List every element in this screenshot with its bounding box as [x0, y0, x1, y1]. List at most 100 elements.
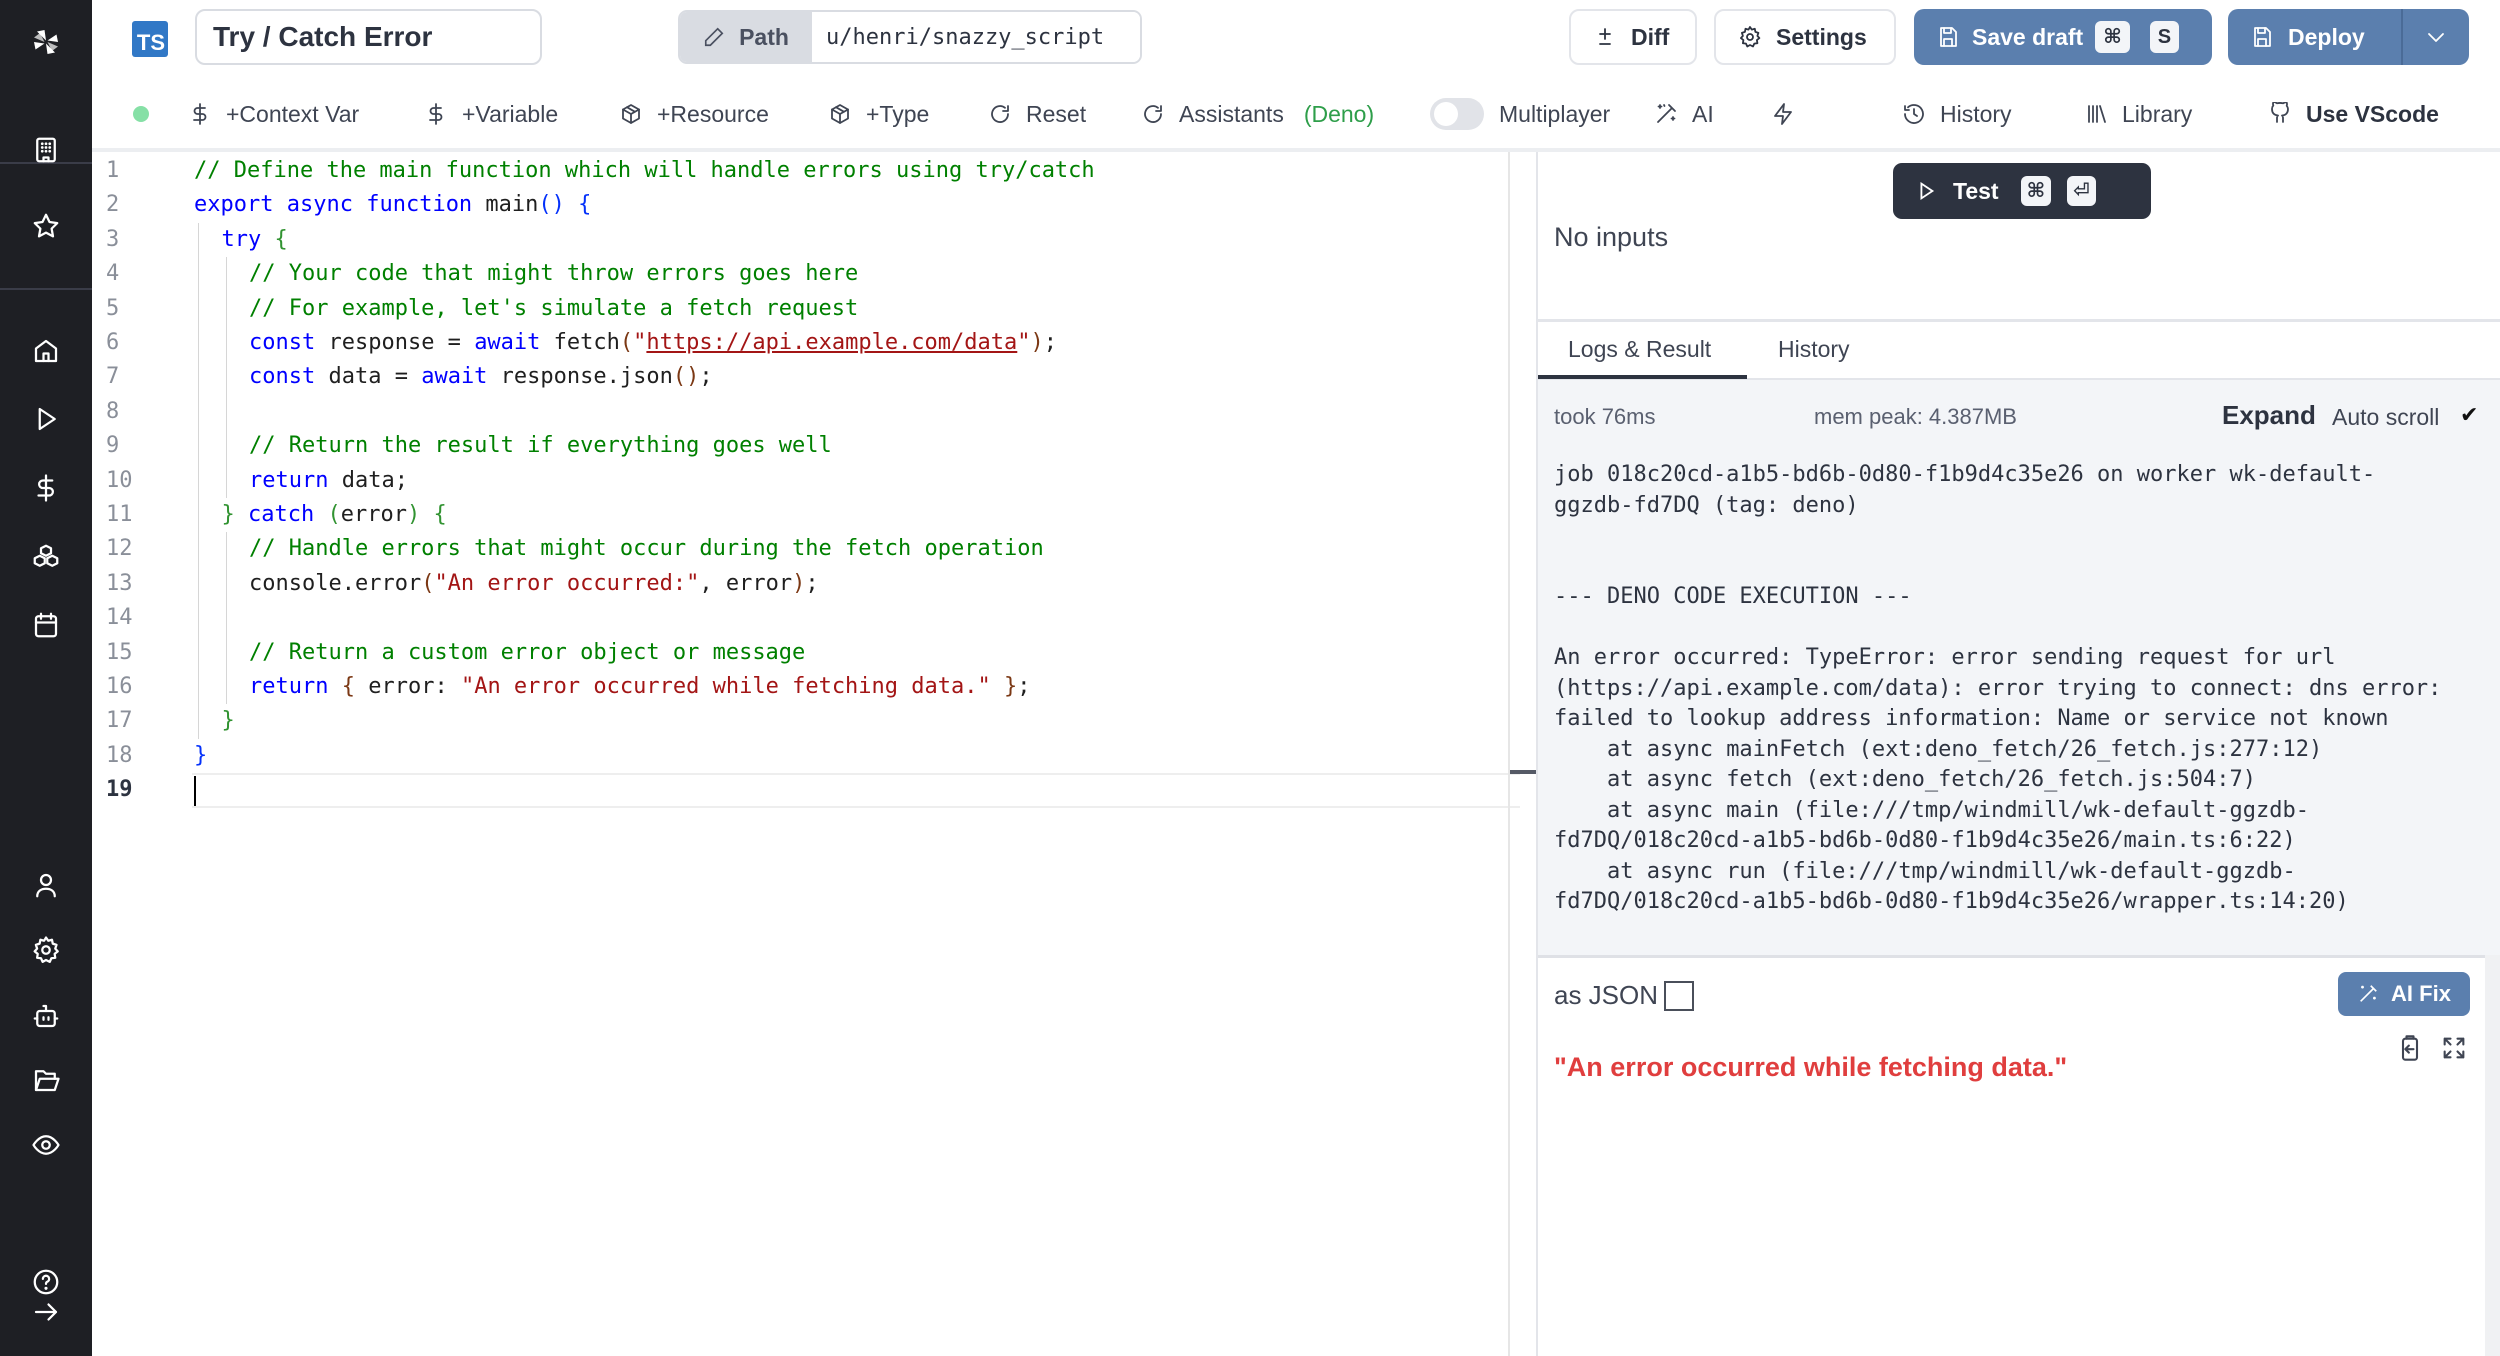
code-token-kw: export [194, 192, 274, 218]
lightning-button[interactable] [1771, 96, 1795, 132]
code-token-comment: // Your code that might throw errors goe… [249, 261, 859, 287]
dollar-icon[interactable] [30, 472, 62, 504]
code-line[interactable]: } [194, 739, 207, 773]
save-draft-button[interactable]: Save draft ⌘ S [1914, 9, 2212, 65]
diff-button[interactable]: Diff [1569, 9, 1697, 65]
variable-label: +Variable [462, 100, 559, 127]
test-label: Test [1953, 177, 1999, 204]
pencil-icon [703, 26, 725, 48]
code-token-brace: { [578, 192, 592, 218]
panel-splitter[interactable] [1538, 319, 2500, 322]
library-button[interactable]: Library [2084, 96, 2192, 132]
add-resource-button[interactable]: +Resource [619, 96, 769, 132]
code-line[interactable]: // Your code that might throw errors goe… [249, 257, 858, 291]
code-line[interactable]: console.error("An error occurred:", erro… [249, 567, 819, 601]
code-token-brace: () [538, 192, 565, 218]
path-input[interactable] [812, 12, 1140, 62]
github-icon [2268, 102, 2292, 126]
tab-logs-result[interactable]: Logs & Result [1568, 336, 1711, 363]
star-icon[interactable] [30, 210, 62, 242]
code-line[interactable]: return data; [249, 464, 408, 498]
use-vscode-button[interactable]: Use VScode [2268, 96, 2439, 132]
code-line[interactable]: // Handle errors that might occur during… [249, 532, 1044, 566]
boxes-icon[interactable] [30, 541, 62, 573]
deploy-dropdown-button[interactable] [2401, 9, 2469, 65]
log-output: job 018c20cd-a1b5-bd6b-0d80-f1b9d4c35e26… [1554, 462, 2442, 914]
ai-fix-button[interactable]: AI Fix [2338, 972, 2470, 1016]
add-context-var-button[interactable]: +Context Var [188, 96, 359, 132]
play-icon[interactable] [30, 403, 62, 435]
assistants-button[interactable]: Assistants (Deno) [1141, 96, 1374, 132]
code-line[interactable]: // For example, let's simulate a fetch r… [249, 292, 858, 326]
building-icon[interactable] [30, 134, 62, 166]
code-line[interactable]: const response = await fetch("https://ap… [249, 326, 1057, 360]
folder-open-icon[interactable] [30, 1064, 62, 1096]
tab-history[interactable]: History [1778, 336, 1850, 363]
code-token-brace2: } [221, 708, 235, 734]
code-line[interactable]: } [222, 704, 235, 738]
path-label-text: Path [739, 23, 789, 50]
add-type-button[interactable]: +Type [828, 96, 929, 132]
reset-button[interactable]: Reset [988, 96, 1086, 132]
multiplayer-toggle[interactable] [1430, 98, 1484, 130]
line-number: 10 [106, 467, 133, 493]
code-line[interactable]: // Return a custom error object or messa… [249, 636, 805, 670]
code-line[interactable]: // Return the result if everything goes … [249, 429, 832, 463]
editor-vertical-scrollbar[interactable] [1508, 152, 1510, 1356]
line-number: 11 [106, 502, 133, 527]
gear-icon[interactable] [30, 934, 62, 966]
code-line[interactable]: // Define the main function which will h… [194, 154, 1095, 188]
help-circle-icon[interactable] [30, 1266, 62, 1298]
calendar-icon[interactable] [30, 609, 62, 641]
add-variable-button[interactable]: +Variable [424, 96, 558, 132]
code-token-kw: const [249, 330, 316, 355]
auto-scroll-checkbox[interactable]: ✔ [2460, 402, 2478, 428]
scrollbar-cursor-marker [1510, 770, 1536, 774]
as-json-checkbox[interactable] [1664, 980, 1695, 1011]
code-line[interactable]: const data = await response.json(); [249, 360, 713, 394]
line-number: 14 [106, 605, 133, 631]
code-line[interactable]: return { error: "An error occurred while… [249, 670, 1031, 704]
code-token-kw: await [474, 330, 541, 355]
code-area[interactable]: // Define the main function which will h… [192, 152, 1520, 1356]
text-cursor [194, 776, 196, 807]
user-icon[interactable] [30, 869, 62, 901]
code-token-comment: // Define the main function which will h… [194, 158, 1095, 183]
connection-status-dot [133, 106, 149, 122]
script-title-input[interactable] [195, 9, 542, 65]
code-token-brace2: } [221, 502, 235, 527]
line-number: 13 [106, 570, 133, 596]
no-inputs-text: No inputs [1554, 222, 1669, 252]
line-number: 12 [106, 536, 133, 562]
indent-guide [198, 222, 199, 739]
type-label: +Type [866, 100, 930, 127]
code-line[interactable]: export async function main() { [194, 188, 591, 222]
code-editor[interactable]: 1 2 3 4 5 6 7 8 9 10 11 12 13 14 15 16 17 18 19 // Define … [92, 152, 1520, 1356]
deploy-button[interactable]: Deploy [2228, 9, 2469, 65]
history-button[interactable]: History [1902, 96, 2012, 132]
code-line[interactable]: } catch (error) { [222, 498, 447, 532]
bot-icon[interactable] [30, 1000, 62, 1032]
code-line[interactable]: try { [222, 223, 288, 257]
sidebar-divider [0, 288, 92, 290]
ai-button[interactable]: AI [1654, 96, 1714, 132]
expand-icon[interactable] [2440, 1034, 2470, 1064]
arrow-right-icon[interactable] [30, 1296, 62, 1328]
result-scrollbar[interactable] [2485, 955, 2500, 1356]
home-icon[interactable] [30, 335, 62, 367]
result-splitter[interactable] [1538, 955, 2500, 958]
code-token-kw: await [421, 364, 488, 390]
test-button[interactable]: Test ⌘ ⏎ [1893, 163, 2151, 219]
code-token-comment: // For example, let's simulate a fetch r… [249, 295, 859, 321]
save-icon [2250, 25, 2274, 49]
typescript-language-badge: TS [132, 21, 168, 57]
eye-icon[interactable] [30, 1129, 62, 1161]
diff-label: Diff [1631, 23, 1670, 50]
package-icon [619, 102, 643, 126]
clipboard-copy-icon[interactable] [2396, 1034, 2426, 1064]
expand-logs-button[interactable]: Expand [2222, 400, 2316, 431]
rotate-cw-icon [1141, 102, 1165, 126]
windmill-logo-icon[interactable] [26, 22, 66, 62]
settings-button[interactable]: Settings [1714, 9, 1896, 65]
